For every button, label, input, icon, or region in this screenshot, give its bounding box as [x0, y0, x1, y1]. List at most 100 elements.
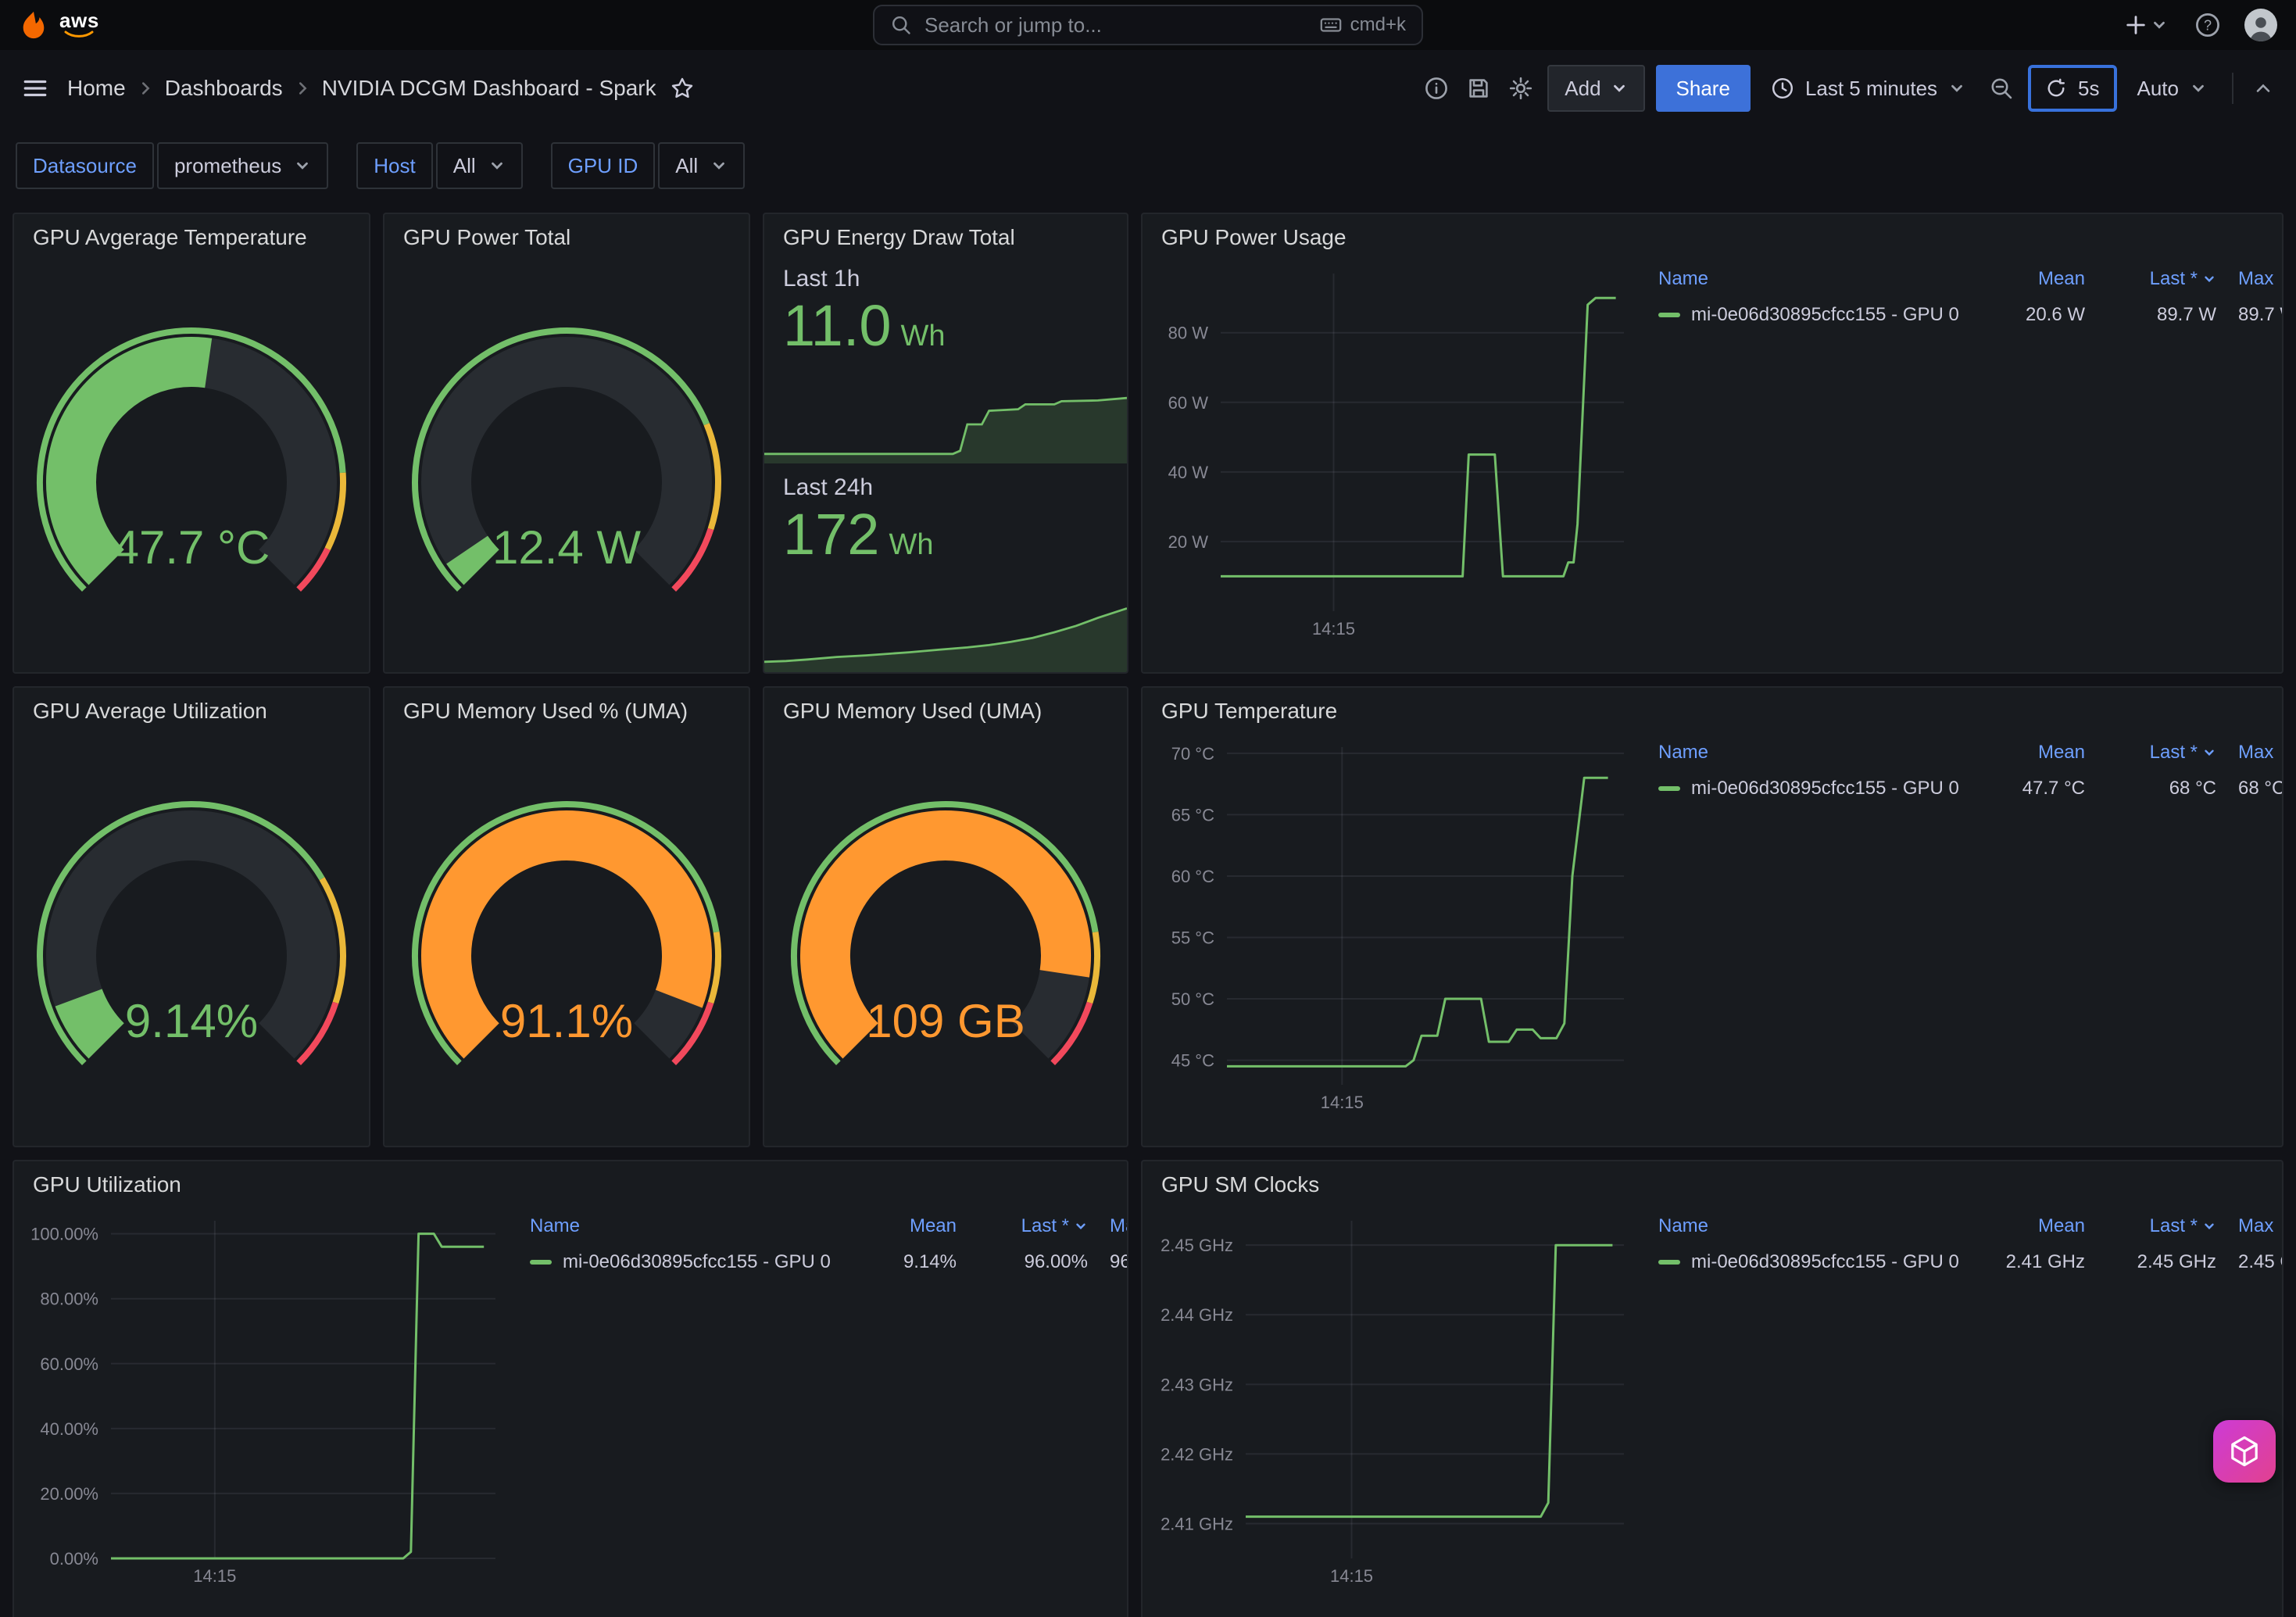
temperature-chart[interactable]: 45 °C50 °C55 °C60 °C65 °C70 °C14:15: [1149, 732, 1633, 1119]
power-usage-chart[interactable]: 20 W40 W60 W80 W14:15: [1149, 258, 1633, 646]
utilization-chart[interactable]: 0.00%20.00%40.00%60.00%80.00%100.00%14:1…: [20, 1205, 505, 1593]
breadcrumb-home[interactable]: Home: [67, 76, 126, 101]
chevron-right-icon: [294, 80, 311, 97]
dashboard-insights-button[interactable]: [1421, 73, 1452, 104]
new-button[interactable]: [2121, 10, 2171, 40]
sort-caret-icon: [1074, 1219, 1088, 1233]
legend-col-last[interactable]: Last *: [957, 1215, 1088, 1237]
breadcrumb-dashboards[interactable]: Dashboards: [165, 76, 283, 101]
add-button-label: Add: [1565, 77, 1600, 101]
legend-col-max[interactable]: Max: [2216, 268, 2282, 290]
plus-icon: [2124, 13, 2148, 37]
panel-gpu-average-utilization: GPU Average Utilization 9.14%: [13, 686, 370, 1147]
stat-value: 172 Wh: [783, 504, 1127, 565]
gauge-body: 9.14%: [14, 728, 369, 1146]
search-shortcut-label: cmd+k: [1350, 14, 1406, 36]
zoom-out-icon: [1989, 76, 2014, 101]
search-bar[interactable]: cmd+k: [873, 5, 1423, 45]
panel-title[interactable]: GPU Power Total: [384, 214, 749, 255]
filter-datasource: Datasource prometheus: [16, 142, 328, 189]
panel-gpu-power-total: GPU Power Total 12.4 W: [383, 213, 750, 674]
share-button[interactable]: Share: [1656, 65, 1751, 112]
timeseries-body: 20 W40 W60 W80 W14:15 Name Mean Last * M…: [1143, 255, 2282, 672]
gauge-body: 109 GB: [764, 728, 1127, 1146]
toolbar-divider: [2232, 73, 2233, 104]
collapse-toolbar-button[interactable]: [2249, 74, 2277, 102]
timeseries-body: 45 °C50 °C55 °C60 °C65 °C70 °C14:15 Name…: [1143, 728, 2282, 1146]
legend-series-name[interactable]: mi-0e06d30895cfcc155 - GPU 0: [1658, 1251, 1979, 1273]
legend-col-mean[interactable]: Mean: [850, 1215, 957, 1237]
chevron-down-icon: [710, 157, 728, 174]
dashboard-navbar: Home Dashboards NVIDIA DCGM Dashboard - …: [0, 50, 2296, 127]
legend-col-mean[interactable]: Mean: [1979, 742, 2085, 764]
legend-col-name[interactable]: Name: [530, 1215, 850, 1237]
svg-text:70 °C: 70 °C: [1171, 744, 1214, 764]
legend-col-name[interactable]: Name: [1658, 742, 1979, 764]
panel-title[interactable]: GPU SM Clocks: [1143, 1161, 2282, 1202]
gear-icon: [1508, 76, 1533, 101]
aws-grafana-logo[interactable]: aws: [19, 10, 99, 40]
panel-title[interactable]: GPU Average Utilization: [14, 688, 369, 728]
svg-text:80.00%: 80.00%: [40, 1290, 98, 1309]
legend-col-last[interactable]: Last *: [2085, 1215, 2216, 1237]
legend-series-name[interactable]: mi-0e06d30895cfcc155 - GPU 0: [530, 1251, 850, 1273]
user-avatar[interactable]: [2244, 9, 2277, 41]
save-dashboard-button[interactable]: [1463, 73, 1494, 104]
legend-col-mean[interactable]: Mean: [1979, 1215, 2085, 1237]
panel-title[interactable]: GPU Memory Used % (UMA): [384, 688, 749, 728]
panel-title[interactable]: GPU Energy Draw Total: [764, 214, 1127, 255]
sort-caret-icon: [2202, 1219, 2216, 1233]
favorite-button[interactable]: [667, 73, 697, 103]
help-button[interactable]: ?: [2191, 9, 2224, 41]
star-icon: [671, 77, 694, 100]
legend-col-max[interactable]: Max: [2216, 742, 2282, 764]
legend-col-last-label: Last *: [2150, 1215, 2198, 1237]
stat-value: 11.0 Wh: [783, 295, 1127, 356]
menu-toggle-button[interactable]: [19, 72, 52, 105]
legend-header-row: Name Mean Last * Max: [1658, 1208, 2282, 1244]
sm-clocks-chart[interactable]: 2.41 GHz2.42 GHz2.43 GHz2.44 GHz2.45 GHz…: [1149, 1205, 1633, 1593]
panel-title[interactable]: GPU Utilization: [14, 1161, 1127, 1202]
legend-col-last-label: Last *: [1021, 1215, 1069, 1237]
stat-label: Last 24h: [783, 474, 1127, 501]
assistant-fab-button[interactable]: [2213, 1420, 2276, 1483]
filter-datasource-value[interactable]: prometheus: [157, 142, 328, 189]
legend-col-max[interactable]: Max: [1088, 1215, 1127, 1237]
filter-gpu-id-selected: All: [675, 154, 698, 178]
legend-col-max[interactable]: Max: [2216, 1215, 2282, 1237]
legend-col-mean[interactable]: Mean: [1979, 268, 2085, 290]
panel-title[interactable]: GPU Power Usage: [1143, 214, 2282, 255]
breadcrumb: Home Dashboards NVIDIA DCGM Dashboard - …: [67, 73, 697, 103]
add-button[interactable]: Add: [1547, 65, 1644, 112]
legend-last-value: 89.7 W: [2085, 304, 2216, 326]
svg-text:14:15: 14:15: [1312, 619, 1355, 639]
legend-series-row: mi-0e06d30895cfcc155 - GPU 0 47.7 °C 68 …: [1658, 771, 2282, 807]
search-input[interactable]: [924, 13, 1307, 38]
panel-title[interactable]: GPU Avgerage Temperature: [14, 214, 369, 255]
filter-host-selected: All: [453, 154, 476, 178]
panel-title[interactable]: GPU Temperature: [1143, 688, 2282, 728]
gauge-body: 12.4 W: [384, 255, 749, 672]
chevron-down-icon: [2190, 80, 2207, 97]
legend-col-last-label: Last *: [2150, 268, 2198, 290]
panel-title[interactable]: GPU Memory Used (UMA): [764, 688, 1127, 728]
aws-smile-icon: [63, 30, 95, 40]
legend-col-name[interactable]: Name: [1658, 1215, 1979, 1237]
refresh-button[interactable]: 5s: [2028, 65, 2116, 112]
time-range-picker[interactable]: Last 5 minutes: [1761, 65, 1975, 112]
filter-gpu-id-value[interactable]: All: [658, 142, 745, 189]
legend-col-last[interactable]: Last *: [2085, 742, 2216, 764]
legend-col-name[interactable]: Name: [1658, 268, 1979, 290]
zoom-out-time-button[interactable]: [1986, 73, 2017, 104]
svg-text:14:15: 14:15: [193, 1566, 236, 1586]
legend-col-last[interactable]: Last *: [2085, 268, 2216, 290]
filter-host-value[interactable]: All: [436, 142, 523, 189]
dashboard-settings-button[interactable]: [1505, 73, 1536, 104]
legend-series-name[interactable]: mi-0e06d30895cfcc155 - GPU 0: [1658, 304, 1979, 326]
legend-series-name[interactable]: mi-0e06d30895cfcc155 - GPU 0: [1658, 778, 1979, 800]
series-label: mi-0e06d30895cfcc155 - GPU 0: [1691, 778, 1959, 800]
gauge-body: 91.1%: [384, 728, 749, 1146]
svg-text:40.00%: 40.00%: [40, 1419, 98, 1439]
refresh-mode-dropdown[interactable]: Auto: [2128, 65, 2217, 112]
sort-caret-icon: [2202, 746, 2216, 760]
